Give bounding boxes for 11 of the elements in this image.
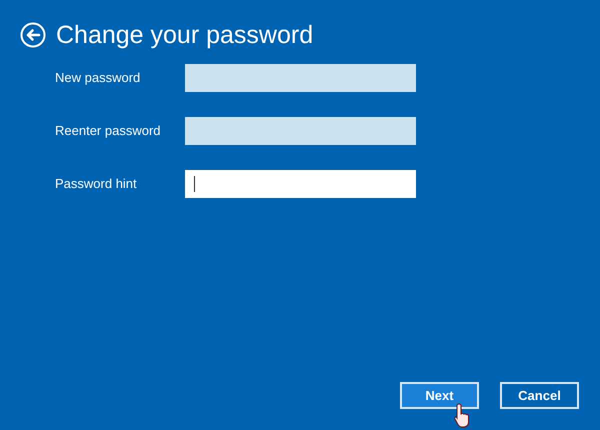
dialog-button[interactable]: Cancel bbox=[500, 382, 579, 409]
back-icon[interactable] bbox=[20, 22, 46, 48]
field-label: New password bbox=[55, 69, 142, 88]
input-field[interactable] bbox=[185, 64, 416, 92]
page-title: Change your password bbox=[56, 22, 314, 48]
input-field[interactable] bbox=[185, 117, 416, 145]
dialog-button[interactable]: Next bbox=[400, 382, 479, 409]
field-label: Reenter password bbox=[55, 122, 162, 140]
field-label: Password hint bbox=[55, 175, 138, 194]
input-field[interactable] bbox=[185, 170, 416, 198]
text-cursor bbox=[194, 176, 195, 192]
